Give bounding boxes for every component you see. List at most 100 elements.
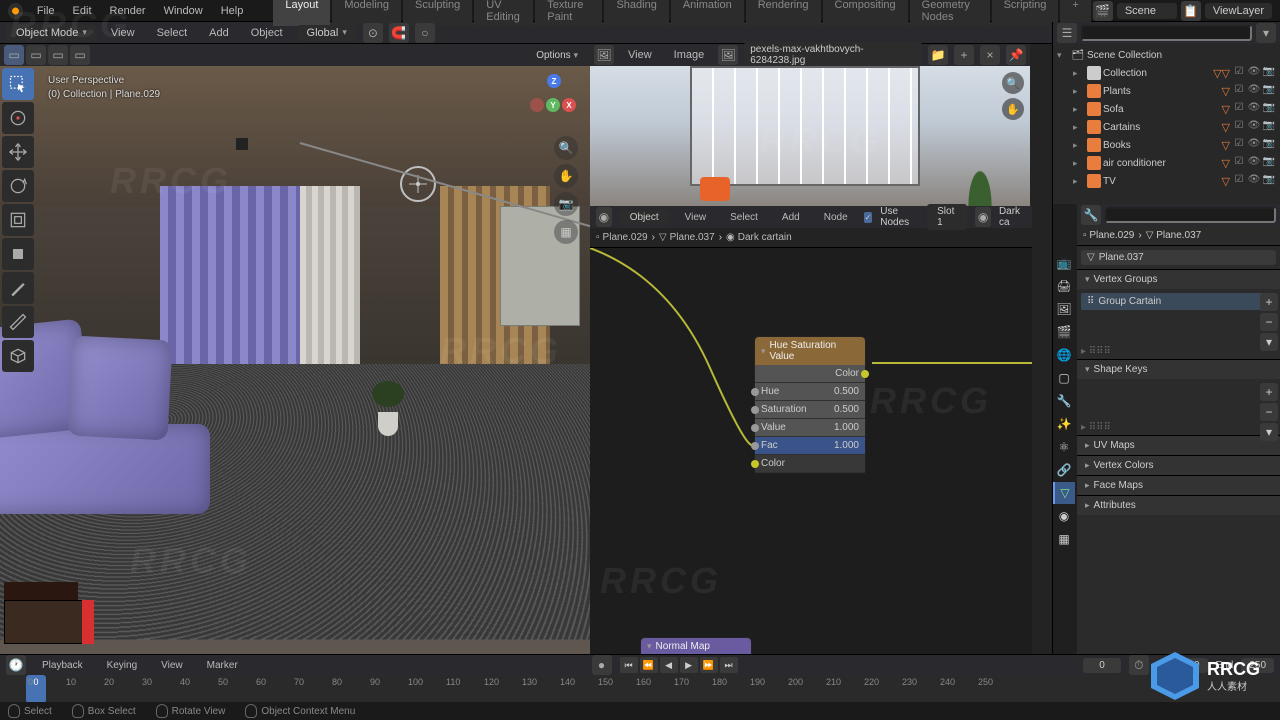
tl-playback[interactable]: Playback — [34, 658, 91, 673]
img-zoom-icon[interactable]: 🔍 — [1002, 72, 1024, 94]
node-value[interactable]: Value1.000 — [755, 419, 865, 437]
shader-select[interactable]: Select — [722, 210, 766, 225]
gizmo-y[interactable]: Y — [546, 98, 560, 112]
jump-end-button[interactable]: ⏭ — [720, 657, 738, 673]
tab-geonodes[interactable]: Geometry Nodes — [910, 0, 990, 26]
prop-bc-a[interactable]: ▫ Plane.029 — [1083, 230, 1134, 241]
sk-remove-button[interactable]: − — [1260, 403, 1278, 421]
play-reverse-button[interactable]: ◀ — [660, 657, 678, 673]
image-editor-type-icon[interactable]: 🖼 — [594, 45, 614, 65]
camera-icon[interactable]: 📷 — [554, 192, 578, 216]
vertex-groups-header[interactable]: ▾Vertex Groups — [1077, 270, 1280, 289]
prop-tab-particle[interactable]: ✨ — [1053, 413, 1075, 435]
scene-name-field[interactable]: Scene — [1117, 3, 1177, 19]
tab-animation[interactable]: Animation — [671, 0, 744, 26]
prop-tab-render[interactable]: 📺 — [1053, 252, 1075, 274]
hdr-add[interactable]: Add — [201, 25, 237, 41]
tab-modeling[interactable]: Modeling — [332, 0, 401, 26]
img-new-icon[interactable]: + — [954, 45, 974, 65]
gizmo-x[interactable]: X — [562, 98, 576, 112]
viewlayer-field[interactable]: ViewLayer — [1205, 3, 1272, 19]
uv-maps-header[interactable]: ▸UV Maps — [1077, 436, 1280, 455]
tool-add-cube[interactable] — [2, 340, 34, 372]
data-name-field[interactable]: ▽ Plane.037 — [1081, 250, 1276, 265]
normal-map-node[interactable]: ▾Normal Map — [640, 637, 752, 654]
vg-remove-button[interactable]: − — [1260, 313, 1278, 331]
outliner-search[interactable] — [1081, 25, 1252, 41]
tree-cartains[interactable]: ▸ Cartains ▽ ☑👁📷 — [1053, 118, 1280, 136]
tl-view[interactable]: View — [153, 658, 191, 673]
attributes-header[interactable]: ▸Attributes — [1077, 496, 1280, 515]
tool-cursor[interactable] — [2, 102, 34, 134]
prop-bc-b[interactable]: ▽ Plane.037 — [1146, 230, 1202, 241]
mode-dropdown[interactable]: Object Mode ▾ — [6, 25, 97, 41]
img-image[interactable]: Image — [666, 47, 713, 63]
proportional-icon[interactable]: ○ — [415, 23, 435, 43]
shape-keys-header[interactable]: ▾Shape Keys — [1077, 360, 1280, 379]
keyframe-prev-button[interactable]: ⏪ — [640, 657, 658, 673]
pan-icon[interactable]: ✋ — [554, 164, 578, 188]
img-pin-icon[interactable]: 📌 — [1006, 45, 1026, 65]
prop-tab-modifier[interactable]: 🔧 — [1053, 390, 1075, 412]
tab-uv[interactable]: UV Editing — [474, 0, 533, 26]
select-intersect-icon[interactable]: ▭ — [70, 45, 90, 65]
tab-rendering[interactable]: Rendering — [746, 0, 821, 26]
use-nodes-checkbox[interactable]: ✓ — [864, 212, 873, 223]
viewlayer-icon[interactable]: 📋 — [1181, 1, 1201, 21]
snap-icon[interactable]: 🧲 — [389, 23, 409, 43]
prop-tab-world[interactable]: 🌐 — [1053, 344, 1075, 366]
node-saturation[interactable]: Saturation0.500 — [755, 401, 865, 419]
timeline-type-icon[interactable]: 🕐 — [6, 655, 26, 675]
tab-sculpting[interactable]: Sculpting — [403, 0, 472, 26]
tab-scripting[interactable]: Scripting — [992, 0, 1059, 26]
material-name[interactable]: Dark ca — [999, 206, 1026, 228]
tool-transform[interactable] — [2, 238, 34, 270]
menu-render[interactable]: Render — [102, 3, 154, 19]
prop-tab-texture[interactable]: ▦ — [1053, 528, 1075, 550]
tool-rotate[interactable] — [2, 170, 34, 202]
image-filename-field[interactable]: pexels-max-vakhtbovych-6284238.jpg — [744, 42, 922, 68]
shader-node[interactable]: Node — [816, 210, 856, 225]
perspective-icon[interactable]: ▦ — [554, 220, 578, 244]
image-viewport[interactable]: 🔍 ✋ — [590, 66, 1030, 206]
tree-tv[interactable]: ▸ TV ▽ ☑👁📷 — [1053, 172, 1280, 190]
prop-type-icon[interactable]: 🔧 — [1081, 205, 1101, 225]
tool-select-box[interactable] — [2, 68, 34, 100]
tree-collection[interactable]: ▸ Collection ▽▽ ☑👁📷 — [1053, 64, 1280, 82]
prop-tab-object[interactable]: ▢ — [1053, 367, 1075, 389]
menu-window[interactable]: Window — [156, 3, 211, 19]
gizmo-neg-x[interactable] — [530, 98, 544, 112]
slot-dropdown[interactable]: Slot 1 — [927, 204, 967, 230]
prop-tab-material[interactable]: ◉ — [1053, 505, 1075, 527]
vertex-group-item[interactable]: ⠿ Group Cartain — [1081, 293, 1276, 310]
outliner-type-icon[interactable]: ☰ — [1057, 23, 1077, 43]
tool-move[interactable] — [2, 136, 34, 168]
vg-add-button[interactable]: + — [1260, 293, 1278, 311]
tab-texture[interactable]: Texture Paint — [535, 0, 602, 26]
hdr-view[interactable]: View — [103, 25, 143, 41]
img-view[interactable]: View — [620, 47, 660, 63]
material-ball-icon[interactable]: ◉ — [975, 207, 991, 227]
bc-mesh[interactable]: ▽ Plane.037 — [659, 232, 715, 243]
face-maps-header[interactable]: ▸Face Maps — [1077, 476, 1280, 495]
node-canvas[interactable]: • Color ▾Hue Saturation Value Color Hue0… — [590, 248, 1032, 654]
tl-keying[interactable]: Keying — [99, 658, 146, 673]
zoom-icon[interactable]: 🔍 — [554, 136, 578, 160]
hdr-object[interactable]: Object — [243, 25, 291, 41]
shader-object-dropdown[interactable]: Object — [620, 210, 669, 225]
select-subtract-icon[interactable]: ▭ — [48, 45, 68, 65]
current-frame-field[interactable]: 0 — [1083, 658, 1121, 673]
tool-annotate[interactable] — [2, 272, 34, 304]
tab-compositing[interactable]: Compositing — [823, 0, 908, 26]
tool-measure[interactable] — [2, 306, 34, 338]
prop-tab-output[interactable]: 🖨 — [1053, 275, 1075, 297]
select-box-icon[interactable]: ▭ — [4, 45, 24, 65]
node-title[interactable]: ▾Hue Saturation Value — [755, 337, 865, 365]
orientation-dropdown[interactable]: Global ▾ — [297, 25, 357, 41]
shader-view[interactable]: View — [677, 210, 715, 225]
prop-tab-scene[interactable]: 🎬 — [1053, 321, 1075, 343]
shader-type-icon[interactable]: ◉ — [596, 207, 612, 227]
vertex-colors-header[interactable]: ▸Vertex Colors — [1077, 456, 1280, 475]
scene-icon[interactable]: 🎬 — [1093, 1, 1113, 21]
timeline-track[interactable]: 0 01020304050607080901001101201301401501… — [0, 675, 1280, 703]
